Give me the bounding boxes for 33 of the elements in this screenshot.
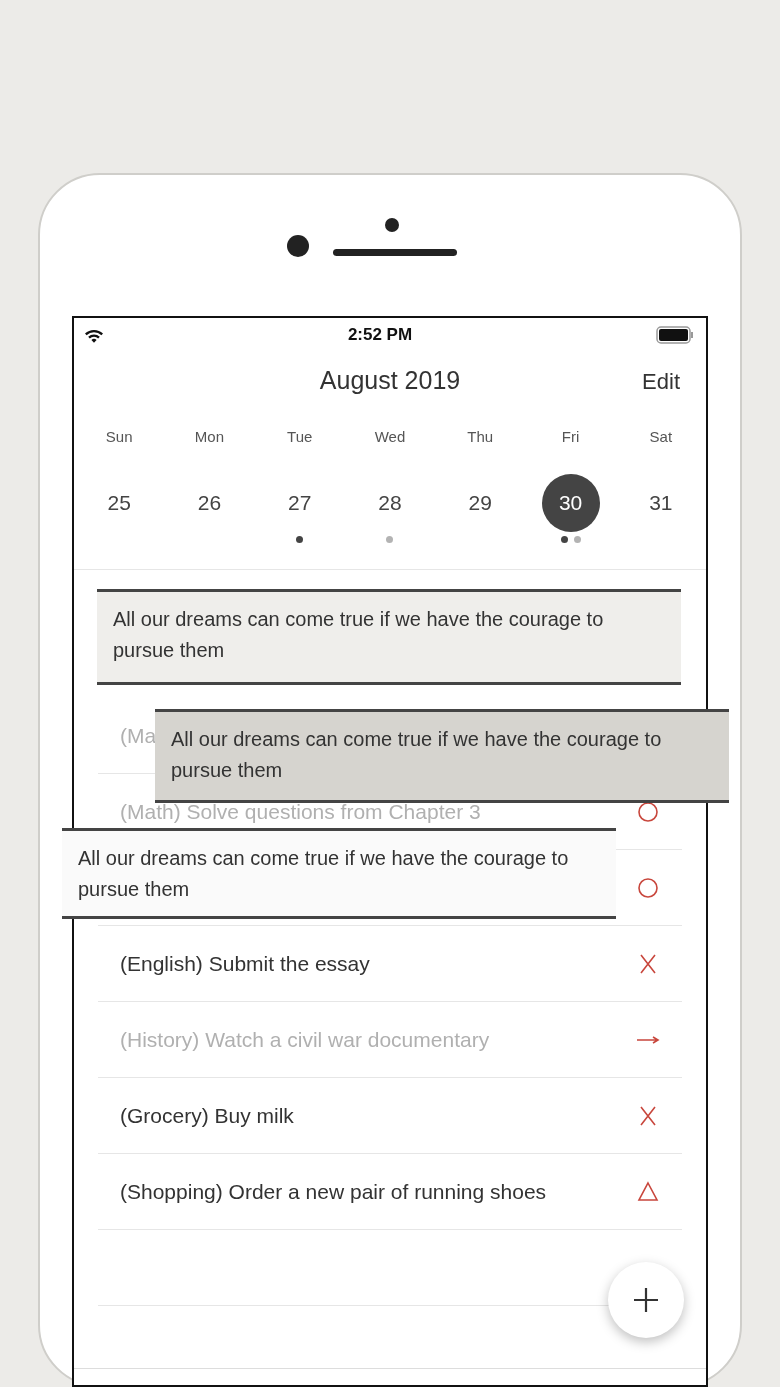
edit-button[interactable]: Edit	[642, 364, 680, 398]
date-cell[interactable]: 26	[180, 474, 239, 532]
weekday-label: Sun	[105, 427, 133, 447]
task-text: (Ma	[120, 722, 157, 749]
quote-banner: All our dreams can come true if we have the courage to pursue them	[62, 828, 616, 919]
date-cell[interactable]: 29	[451, 474, 510, 532]
camera-icon	[287, 235, 309, 257]
status-time: 2:52 PM	[347, 324, 413, 347]
task-text: (History) Watch a civil war documentary	[120, 1026, 490, 1053]
task-text: (Grocery) Buy milk	[120, 1102, 294, 1129]
date-cell[interactable]: 27	[270, 474, 329, 532]
task-text: (Shopping) Order a new pair of running shoes	[120, 1178, 547, 1205]
weekday-label: Tue	[287, 427, 313, 447]
weekday-label: Wed	[374, 427, 406, 447]
quote-banner: All our dreams can come true if we have the courage to pursue them	[155, 709, 729, 803]
plus-icon	[633, 1287, 659, 1313]
date-cell[interactable]: 25	[90, 474, 149, 532]
weekday-label: Fri	[561, 427, 580, 447]
wifi-icon	[84, 327, 104, 343]
date-cell[interactable]: 31	[631, 474, 690, 532]
circle-icon[interactable]	[636, 875, 660, 900]
weekday-label: Mon	[194, 427, 224, 447]
triangle-icon[interactable]	[636, 1179, 660, 1204]
speaker-icon	[333, 249, 457, 256]
date-cell[interactable]: 28	[361, 474, 419, 532]
quote-banner: All our dreams can come true if we have the courage to pursue them	[97, 589, 681, 685]
weekday-label: Sat	[649, 427, 673, 447]
weekday-label: Thu	[467, 427, 494, 447]
battery-icon	[656, 326, 694, 344]
date-cell[interactable]: 30	[541, 474, 600, 532]
month-title: August 2019	[319, 365, 461, 397]
task-text: (English) Submit the essay	[120, 950, 370, 977]
sensor-icon	[385, 218, 399, 232]
